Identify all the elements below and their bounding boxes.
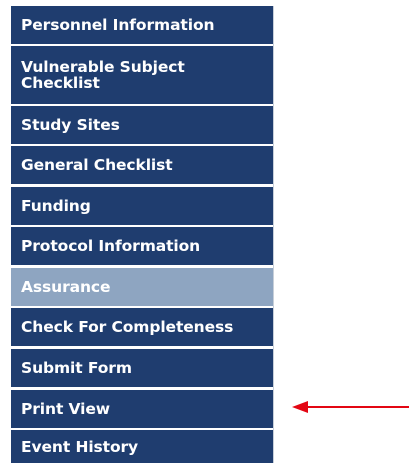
form-navigation-sidebar: Personnel Information Vulnerable Subject… — [11, 6, 274, 463]
sidebar-item-submit-form[interactable]: Submit Form — [11, 349, 273, 387]
sidebar-item-event-history[interactable]: Event History — [11, 430, 273, 463]
sidebar-item-label: Protocol Information — [21, 237, 201, 255]
sidebar-item-label: General Checklist — [21, 156, 173, 174]
sidebar-item-label: Funding — [21, 197, 91, 215]
sidebar-item-label: Personnel Information — [21, 16, 215, 34]
sidebar-item-vulnerable-subject-checklist[interactable]: Vulnerable Subject Checklist — [11, 46, 273, 104]
sidebar-item-label: Print View — [21, 400, 111, 418]
sidebar-item-personnel-information[interactable]: Personnel Information — [11, 6, 273, 44]
sidebar-item-print-view[interactable]: Print View — [11, 390, 273, 428]
sidebar-item-funding[interactable]: Funding — [11, 187, 273, 225]
sidebar-item-label: Submit Form — [21, 359, 132, 377]
sidebar-item-general-checklist[interactable]: General Checklist — [11, 146, 273, 184]
sidebar-item-assurance[interactable]: Assurance — [11, 268, 273, 306]
sidebar-item-protocol-information[interactable]: Protocol Information — [11, 227, 273, 265]
red-arrow-icon — [292, 401, 409, 413]
sidebar-item-label: Study Sites — [21, 116, 120, 134]
sidebar-item-label: Assurance — [21, 278, 111, 296]
sidebar-item-label: Check For Completeness — [21, 318, 234, 336]
sidebar-item-check-for-completeness[interactable]: Check For Completeness — [11, 308, 273, 346]
sidebar-item-study-sites[interactable]: Study Sites — [11, 106, 273, 144]
sidebar-item-label: Event History — [21, 437, 139, 456]
sidebar-item-label: Vulnerable Subject Checklist — [21, 58, 185, 92]
